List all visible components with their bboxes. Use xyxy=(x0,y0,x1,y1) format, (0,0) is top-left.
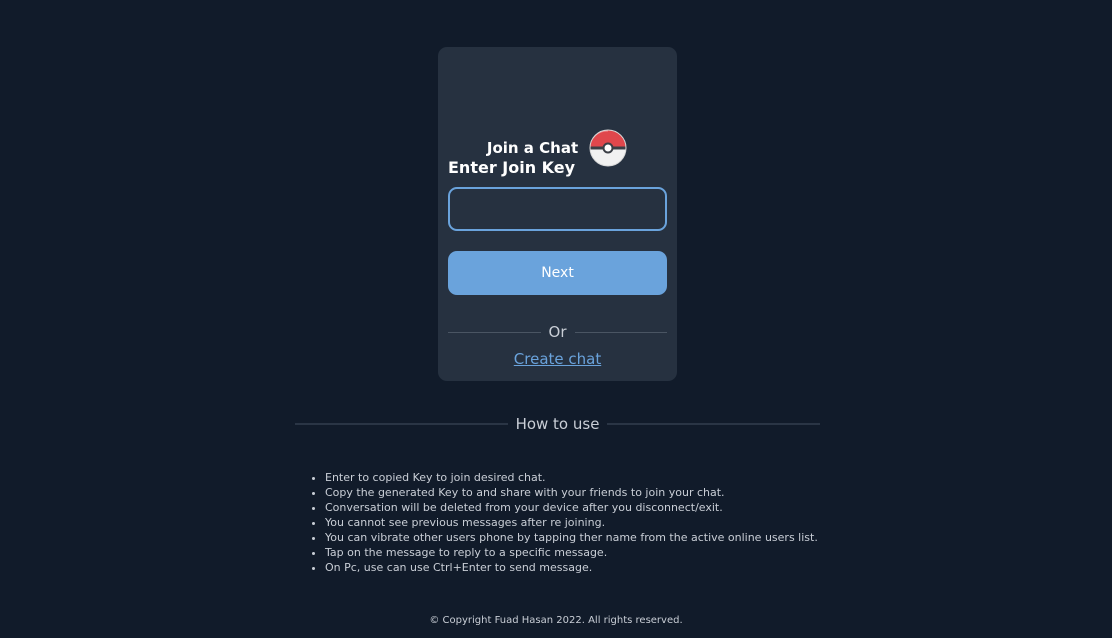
join-key-label: Enter Join Key xyxy=(448,158,576,177)
next-button[interactable]: Next xyxy=(448,251,667,295)
tips-list: Enter to copied Key to join desired chat… xyxy=(325,470,818,575)
divider-line-right xyxy=(574,331,668,333)
or-text: Or xyxy=(548,323,567,341)
list-item: Tap on the message to reply to a specifi… xyxy=(325,545,818,560)
divider-line-right xyxy=(607,423,820,425)
card-title: Join a Chat xyxy=(486,139,579,157)
how-to-use-divider: How to use xyxy=(295,414,820,434)
pokeball-icon xyxy=(589,129,627,167)
divider-line-left xyxy=(295,423,508,425)
list-item: Enter to copied Key to join desired chat… xyxy=(325,470,818,485)
list-item: On Pc, use can use Ctrl+Enter to send me… xyxy=(325,560,818,575)
create-chat-link[interactable]: Create chat xyxy=(438,350,677,368)
list-item: Copy the generated Key to and share with… xyxy=(325,485,818,500)
list-item: Conversation will be deleted from your d… xyxy=(325,500,818,515)
list-item: You can vibrate other users phone by tap… xyxy=(325,530,818,545)
how-to-use-heading: How to use xyxy=(515,415,600,433)
footer-copyright: © Copyright Fuad Hasan 2022. All rights … xyxy=(429,615,683,626)
join-key-input[interactable] xyxy=(448,187,667,231)
list-item: You cannot see previous messages after r… xyxy=(325,515,818,530)
divider-line-left xyxy=(448,331,541,333)
or-divider: Or xyxy=(448,322,668,342)
